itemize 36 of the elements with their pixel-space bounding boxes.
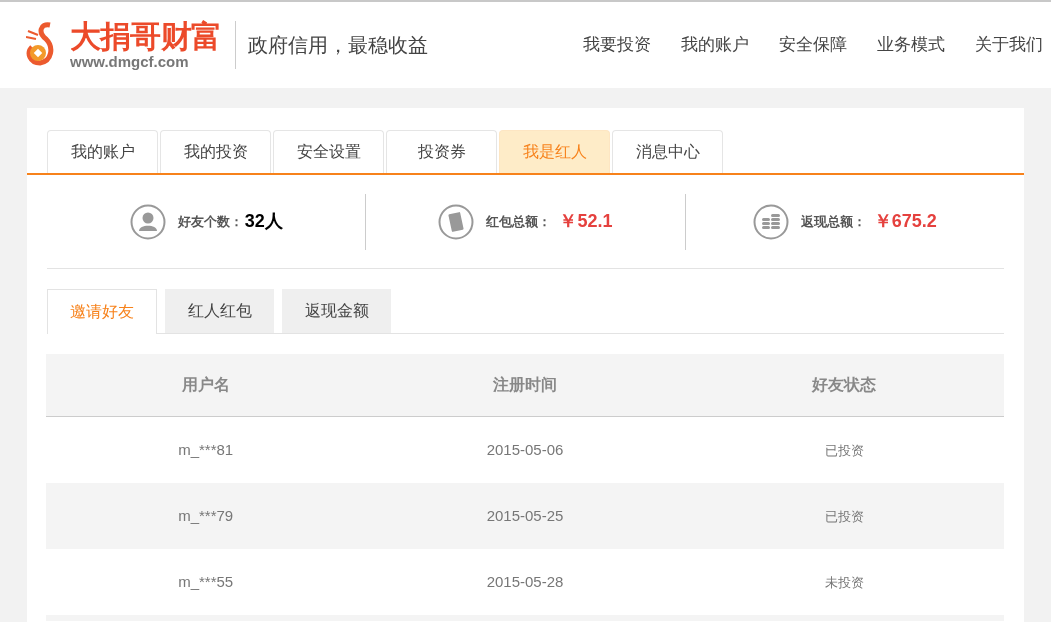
sub-tab[interactable]: 红人红包 (165, 289, 274, 333)
tab[interactable]: 我的账户 (47, 130, 158, 173)
tab[interactable]: 消息中心 (612, 130, 723, 173)
nav-link[interactable]: 关于我们 (975, 32, 1043, 58)
table-cell: 2015-05-25 (486, 507, 564, 524)
table-cell: 未投资 (824, 575, 864, 590)
coin-stack-icon (752, 203, 789, 240)
table-cell: 2015-05-28 (486, 573, 564, 590)
column-header: 用户名 (181, 376, 230, 393)
nav-link[interactable]: 业务模式 (877, 32, 945, 58)
column-header: 好友状态 (812, 376, 877, 393)
column-header: 注册时间 (493, 376, 557, 393)
stat-value: ￥675.2 (873, 210, 937, 233)
table-cell: m_***81 (178, 441, 234, 458)
sub-tab[interactable]: 返现金额 (282, 289, 391, 333)
table-cell: 2015-05-06 (486, 441, 564, 458)
stat-value: ￥52.1 (559, 210, 613, 233)
person-icon (129, 203, 166, 240)
nav-link[interactable]: 我的账户 (681, 32, 749, 58)
tab[interactable]: 安全设置 (273, 130, 384, 173)
table-cell: m_***79 (178, 507, 234, 524)
stat-label: 返现总额： (800, 212, 866, 231)
nav-link[interactable]: 我要投资 (583, 32, 651, 58)
table-cell: 已投资 (824, 443, 864, 458)
brand-name: 大捐哥财富 (70, 21, 222, 52)
stat-value: 32人 (244, 210, 283, 233)
packet-icon (438, 203, 475, 240)
tab[interactable]: 我的投资 (160, 130, 271, 173)
tab[interactable]: 投资券 (386, 130, 497, 173)
stat-label: 红包总额： (486, 212, 552, 231)
nav-link[interactable]: 安全保障 (779, 32, 847, 58)
site-url: www.dmgcf.com (70, 54, 190, 69)
table-cell: 已投资 (824, 509, 864, 524)
table-cell: m_***55 (178, 573, 234, 590)
slogan: 政府信用，最稳收益 (248, 32, 429, 59)
stat-label: 好友个数： (177, 212, 243, 231)
